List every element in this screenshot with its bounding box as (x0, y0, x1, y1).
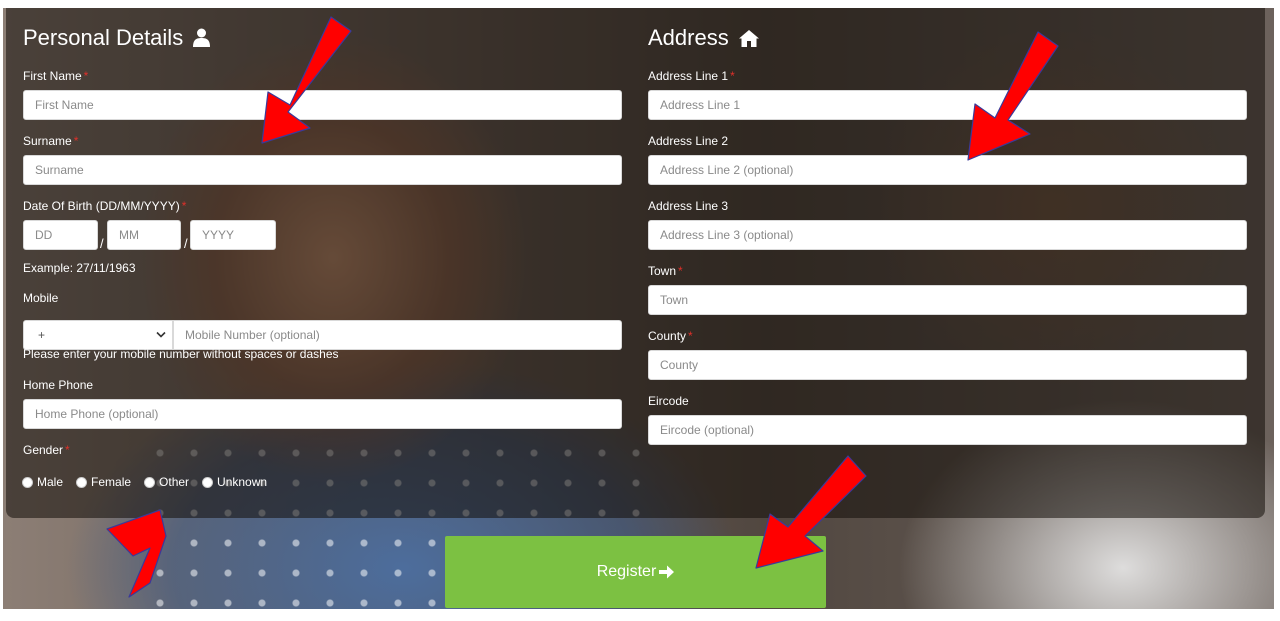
address-line2-input[interactable] (648, 155, 1247, 185)
country-code-select[interactable]: + (23, 320, 173, 350)
radio-circle-icon[interactable] (145, 477, 155, 487)
register-button-label: Register (596, 563, 657, 580)
address-title: Address (648, 24, 759, 52)
address-line3-label: Address Line 3 (648, 199, 729, 213)
gender-option-unknown[interactable]: Unknown (203, 475, 267, 489)
first-name-input[interactable] (23, 90, 622, 120)
mobile-helper-text: Please enter your mobile number without … (23, 347, 339, 361)
radio-circle-icon[interactable] (77, 477, 87, 487)
chevron-down-icon (156, 331, 166, 338)
personal-details-title: Personal Details (23, 24, 211, 52)
eircode-label: Eircode (648, 394, 689, 408)
town-input[interactable] (648, 285, 1247, 315)
register-button[interactable]: Register (445, 536, 826, 608)
county-label: County * (648, 329, 693, 343)
town-label: Town * (648, 264, 683, 278)
country-code-value: + (38, 328, 46, 342)
dob-day-input[interactable] (23, 220, 98, 250)
dob-month-input[interactable] (107, 220, 181, 250)
personal-details-title-text: Personal Details (23, 25, 184, 50)
gender-radio-group: Male Female Other Unknown (23, 475, 281, 489)
arrow-right-icon (659, 565, 675, 579)
home-icon (738, 30, 759, 47)
user-icon (193, 28, 211, 47)
radio-circle-icon[interactable] (23, 477, 32, 487)
dob-separator: / (100, 236, 104, 251)
gender-option-male[interactable]: Male (23, 475, 63, 489)
eircode-input[interactable] (648, 415, 1247, 445)
county-input[interactable] (648, 350, 1247, 380)
dob-year-input[interactable] (190, 220, 276, 250)
address-line1-label: Address Line 1 * (648, 69, 735, 83)
address-line1-input[interactable] (648, 90, 1247, 120)
gender-option-other[interactable]: Other (145, 475, 189, 489)
surname-input[interactable] (23, 155, 622, 185)
mobile-label: Mobile (23, 291, 59, 305)
address-line3-input[interactable] (648, 220, 1247, 250)
dob-separator: / (184, 236, 188, 251)
home-phone-input[interactable] (23, 399, 622, 429)
dob-label: Date Of Birth (DD/MM/YYYY) * (23, 199, 187, 213)
surname-label: Surname * (23, 134, 79, 148)
gender-label: Gender * (23, 443, 70, 457)
address-title-text: Address (648, 25, 729, 50)
address-line2-label: Address Line 2 (648, 134, 729, 148)
home-phone-label: Home Phone (23, 378, 94, 392)
mobile-number-input[interactable] (173, 320, 622, 350)
gender-option-female[interactable]: Female (77, 475, 131, 489)
dob-example: Example: 27/11/1963 (23, 261, 136, 275)
first-name-label: First Name * (23, 69, 89, 83)
radio-circle-icon[interactable] (203, 477, 213, 487)
